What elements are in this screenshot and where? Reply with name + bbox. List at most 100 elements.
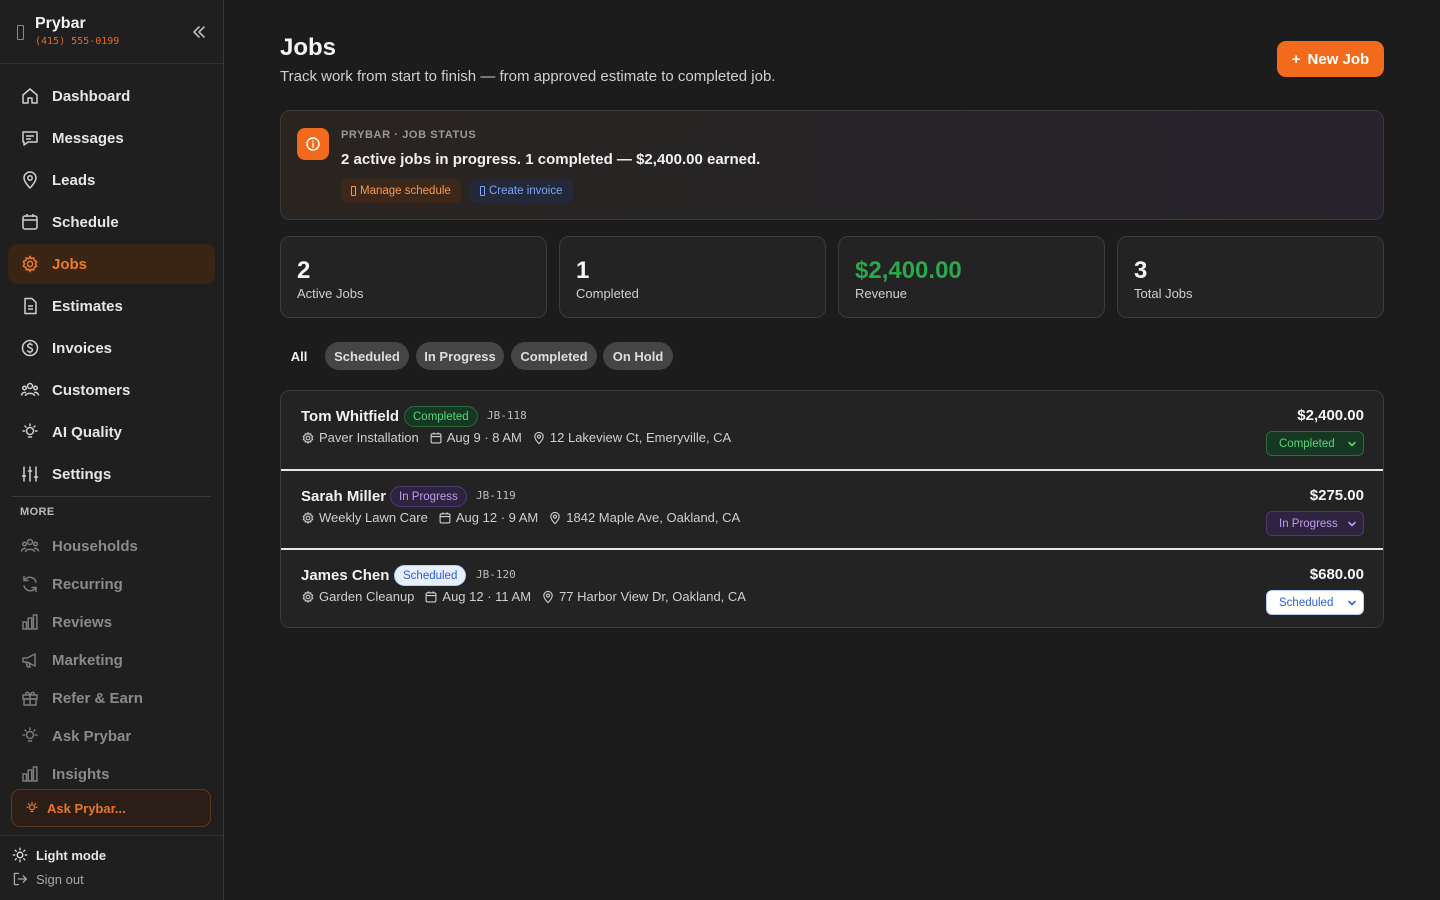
collapse-sidebar-icon[interactable] bbox=[189, 23, 209, 41]
stat-card-active-jobs: 2 Active Jobs bbox=[280, 236, 547, 318]
job-status-select[interactable]: In Progress bbox=[1266, 511, 1364, 536]
stat-label: Active Jobs bbox=[297, 286, 364, 301]
new-job-label: New Job bbox=[1307, 50, 1370, 68]
nav-label: Marketing bbox=[52, 651, 123, 669]
nav-settings[interactable]: Settings bbox=[8, 454, 215, 494]
create-invoice-chip[interactable]: Create invoice bbox=[470, 179, 573, 203]
new-job-button[interactable]: + New Job bbox=[1277, 41, 1384, 77]
nav-customers[interactable]: Customers bbox=[8, 370, 215, 410]
sign-out-button[interactable]: Sign out bbox=[12, 871, 84, 887]
job-id: JB-120 bbox=[476, 568, 516, 581]
users-icon bbox=[20, 380, 40, 400]
map-pin-icon bbox=[548, 511, 562, 525]
page-subtitle: Track work from start to finish — from a… bbox=[280, 68, 776, 85]
sun-icon bbox=[12, 847, 28, 863]
nav-estimates[interactable]: Estimates bbox=[8, 286, 215, 326]
job-status-select[interactable]: Completed bbox=[1266, 431, 1364, 456]
nav-jobs[interactable]: Jobs bbox=[8, 244, 215, 284]
info-icon bbox=[297, 128, 329, 160]
home-icon bbox=[20, 86, 40, 106]
nav-dashboard[interactable]: Dashboard bbox=[8, 76, 215, 116]
sign-out-label: Sign out bbox=[36, 871, 84, 887]
nav-label: Refer & Earn bbox=[52, 689, 143, 707]
job-status-banner: PRYBAR · JOB STATUS 2 active jobs in pro… bbox=[280, 110, 1384, 220]
filter-tab-all[interactable]: All bbox=[284, 342, 314, 370]
calendar-icon bbox=[438, 511, 452, 525]
job-meta: Weekly Lawn Care Aug 12 · 9 AM 1842 Mapl… bbox=[301, 510, 740, 525]
nav-label: Schedule bbox=[52, 213, 119, 231]
job-customer-name: James Chen bbox=[301, 567, 390, 584]
manage-schedule-chip[interactable]: Manage schedule bbox=[341, 179, 461, 203]
chevron-down-icon bbox=[1347, 598, 1357, 608]
ask-prybar-input[interactable]: Ask Prybar... bbox=[11, 789, 211, 827]
nav-schedule[interactable]: Schedule bbox=[8, 202, 215, 242]
calendar-icon bbox=[20, 212, 40, 232]
map-pin-icon bbox=[20, 170, 40, 190]
nav-leads[interactable]: Leads bbox=[8, 160, 215, 200]
nav-invoices[interactable]: Invoices bbox=[8, 328, 215, 368]
brand-name: Prybar bbox=[35, 15, 86, 32]
gift-icon bbox=[20, 688, 40, 708]
nav-label: Jobs bbox=[52, 255, 88, 273]
nav-label: Invoices bbox=[52, 339, 113, 357]
jobs-list: Tom Whitfield Completed JB-118 Paver Ins… bbox=[280, 390, 1384, 628]
nav-reviews[interactable]: Reviews bbox=[8, 605, 215, 639]
nav-label: Recurring bbox=[52, 575, 123, 593]
map-pin-icon bbox=[532, 431, 546, 445]
chevron-down-icon bbox=[1347, 519, 1357, 529]
select-value: Scheduled bbox=[1279, 596, 1334, 609]
lightbulb-icon bbox=[20, 726, 40, 746]
job-date: Aug 9 · 8 AM bbox=[446, 430, 522, 445]
job-id: JB-118 bbox=[487, 409, 527, 422]
select-value: In Progress bbox=[1279, 517, 1338, 530]
job-status-badge: Scheduled bbox=[394, 565, 467, 586]
brand-header: Prybar (415) 555-0199 bbox=[0, 0, 223, 64]
users-icon bbox=[20, 536, 40, 556]
gear-icon bbox=[301, 590, 315, 604]
dollar-icon bbox=[20, 338, 40, 358]
calendar-icon bbox=[429, 431, 443, 445]
nav-ai-quality[interactable]: AI Quality bbox=[8, 412, 215, 452]
nav-recurring[interactable]: Recurring bbox=[8, 567, 215, 601]
nav-households[interactable]: Households bbox=[8, 529, 215, 563]
megaphone-icon bbox=[20, 650, 40, 670]
job-address: 1842 Maple Ave, Oakland, CA bbox=[566, 510, 741, 525]
nav-messages[interactable]: Messages bbox=[8, 118, 215, 158]
job-meta: Garden Cleanup Aug 12 · 11 AM 77 Harbor … bbox=[301, 589, 746, 604]
filter-tab-in-progress[interactable]: In Progress bbox=[416, 342, 504, 370]
nav-marketing[interactable]: Marketing bbox=[8, 643, 215, 677]
map-pin-icon bbox=[541, 590, 555, 604]
stat-value: 2 bbox=[297, 257, 311, 284]
nav-label: Settings bbox=[52, 465, 112, 483]
nav-label: Ask Prybar bbox=[52, 727, 132, 745]
stat-card-total-jobs: 3 Total Jobs bbox=[1117, 236, 1384, 318]
stat-label: Total Jobs bbox=[1134, 286, 1193, 301]
job-status-badge: In Progress bbox=[390, 486, 467, 507]
light-mode-toggle[interactable]: Light mode bbox=[12, 847, 106, 863]
job-status-select[interactable]: Scheduled bbox=[1266, 590, 1364, 615]
nav-insights[interactable]: Insights bbox=[8, 757, 215, 791]
chevron-down-icon bbox=[1347, 439, 1357, 449]
nav-refer-earn[interactable]: Refer & Earn bbox=[8, 681, 215, 715]
filter-tab-completed[interactable]: Completed bbox=[511, 342, 597, 370]
job-row[interactable]: James Chen Scheduled JB-120 Garden Clean… bbox=[281, 550, 1383, 627]
nav-label: Dashboard bbox=[52, 87, 131, 105]
job-service: Paver Installation bbox=[319, 430, 419, 445]
job-row[interactable]: Tom Whitfield Completed JB-118 Paver Ins… bbox=[281, 391, 1383, 470]
banner-message: 2 active jobs in progress. 1 completed —… bbox=[341, 151, 761, 168]
plus-icon: + bbox=[1291, 50, 1301, 68]
job-date: Aug 12 · 11 AM bbox=[442, 589, 532, 604]
job-service: Weekly Lawn Care bbox=[319, 510, 428, 525]
gear-icon bbox=[301, 431, 315, 445]
job-customer-name: Sarah Miller bbox=[301, 488, 387, 505]
sign-out-icon bbox=[12, 871, 28, 887]
job-row[interactable]: Sarah Miller In Progress JB-119 Weekly L… bbox=[281, 471, 1383, 550]
nav-ask-prybar[interactable]: Ask Prybar bbox=[8, 719, 215, 753]
filter-tab-scheduled[interactable]: Scheduled bbox=[325, 342, 409, 370]
job-amount: $275.00 bbox=[1309, 487, 1364, 504]
filter-tab-on-hold[interactable]: On Hold bbox=[603, 342, 673, 370]
bar-chart-icon bbox=[20, 764, 40, 784]
ask-prybar-placeholder: Ask Prybar... bbox=[47, 800, 126, 816]
refresh-icon bbox=[20, 574, 40, 594]
banner-eyebrow: PRYBAR · JOB STATUS bbox=[341, 129, 477, 141]
